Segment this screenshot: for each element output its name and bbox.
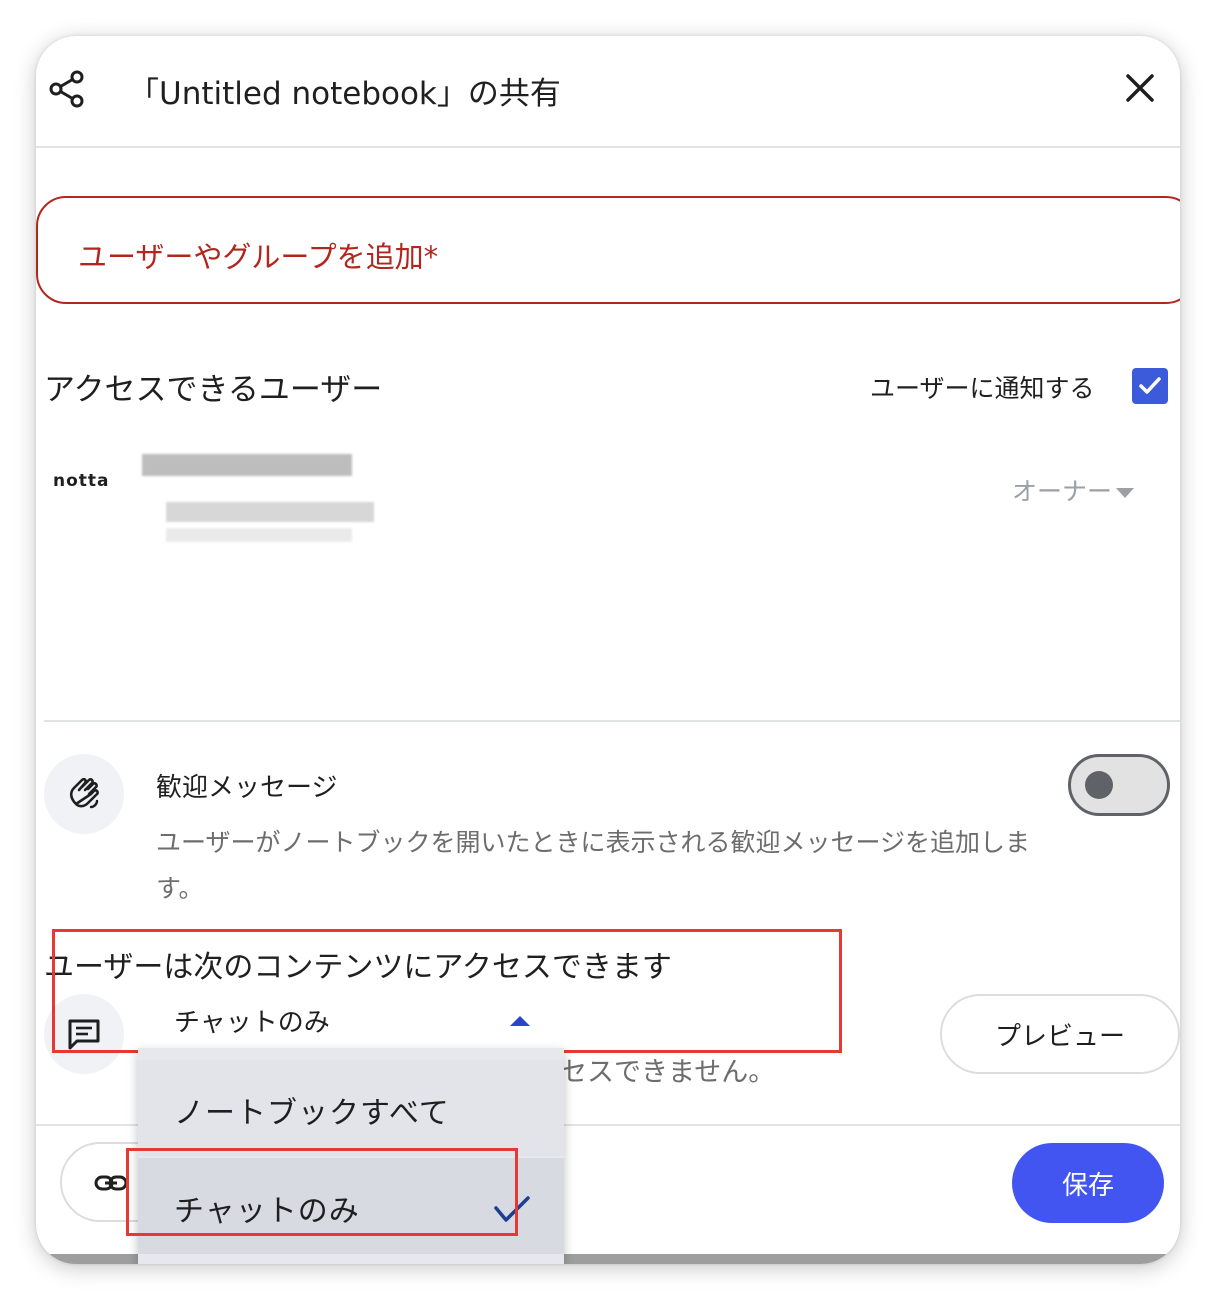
user-email-redacted xyxy=(166,502,374,522)
link-icon xyxy=(94,1175,128,1191)
dropdown-arrow-icon xyxy=(1116,488,1135,498)
user-email-redacted-2 xyxy=(166,528,352,542)
checkmark-icon xyxy=(1139,377,1161,394)
dropdown-option-notebook-all[interactable]: ノートブックすべて xyxy=(138,1060,564,1156)
dialog-title: 「Untitled notebook」の共有 xyxy=(128,76,561,112)
owner-role-dropdown[interactable]: オーナー xyxy=(1012,472,1135,508)
preview-button[interactable]: プレビュー xyxy=(940,994,1180,1074)
save-button[interactable]: 保存 xyxy=(1012,1143,1164,1223)
welcome-icon-circle xyxy=(44,754,124,834)
section-divider xyxy=(44,720,1180,722)
welcome-message-title: 歓迎メッセージ xyxy=(156,773,338,803)
annotation-highlight-box xyxy=(52,929,842,1053)
toggle-knob xyxy=(1085,771,1113,799)
notify-users-label: ユーザーに通知する xyxy=(870,374,1095,403)
add-users-placeholder: ユーザーやグループを追加* xyxy=(78,240,439,274)
user-name-redacted xyxy=(142,454,352,476)
add-users-input[interactable]: ユーザーやグループを追加* xyxy=(36,196,1180,304)
header-divider xyxy=(36,146,1180,148)
annotation-highlight-box-option xyxy=(126,1148,518,1236)
share-dialog: 「Untitled notebook」の共有 ユーザーやグループを追加* アクセ… xyxy=(36,36,1180,1264)
content-access-note-fragment: セスできません。 xyxy=(560,1057,776,1088)
owner-role-label: オーナー xyxy=(1012,477,1113,506)
share-icon[interactable] xyxy=(46,68,88,110)
close-icon[interactable] xyxy=(1118,66,1162,110)
access-section-title: アクセスできるユーザー xyxy=(44,372,383,408)
welcome-message-description: ユーザーがノートブックを開いたときに表示される歓迎メッセージを追加します。 xyxy=(156,828,1031,903)
welcome-message-toggle[interactable] xyxy=(1068,754,1170,816)
waving-hand-icon xyxy=(69,777,99,809)
user-avatar-logo: notta xyxy=(53,471,110,491)
dropdown-option-label: ノートブックすべて xyxy=(174,1096,450,1131)
notify-users-checkbox[interactable] xyxy=(1132,368,1168,404)
